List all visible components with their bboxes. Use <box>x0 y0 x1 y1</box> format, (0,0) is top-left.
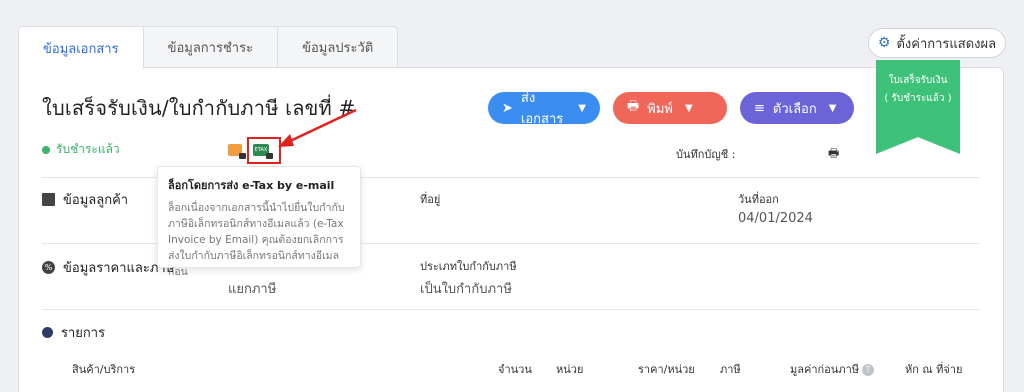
help-icon[interactable]: ? <box>862 364 874 376</box>
invoice-type-value: เป็นใบกำกับภาษี <box>420 282 512 297</box>
lock-icon[interactable] <box>228 144 246 159</box>
price-section-header: % ข้อมูลราคาและภาษี <box>42 257 174 278</box>
items-section-header: รายการ <box>42 322 105 343</box>
customer-section-title: ข้อมูลลูกค้า <box>63 193 129 208</box>
percent-icon: % <box>42 261 55 274</box>
chevron-down-icon: ▼ <box>685 102 693 114</box>
status-dot-icon <box>42 145 50 154</box>
print-button[interactable]: 🖶 พิมพ์ ▼ <box>613 92 727 124</box>
customer-section-header: ข้อมูลลูกค้า <box>42 189 128 210</box>
accounting-label: บันทึกบัญชี : <box>676 148 736 161</box>
status-badge: รับชำระแล้ว <box>42 140 120 159</box>
etax-lock-icon[interactable]: ETAX <box>253 144 273 159</box>
column-header: ภาษี <box>720 363 741 376</box>
tab-document-info[interactable]: ข้อมูลเอกสาร <box>18 26 144 69</box>
send-icon: ➤ <box>502 100 513 116</box>
options-button[interactable]: ≡ ตัวเลือก ▼ <box>740 92 854 124</box>
annotation-arrow-icon <box>278 108 357 147</box>
tooltip-title: ล็อกโดยการส่ง e-Tax by e-mail <box>168 179 335 192</box>
tax-mode-value: แยกภาษี <box>228 282 277 297</box>
printer-icon: 🖶 <box>627 99 640 114</box>
gear-icon: ⚙ <box>877 35 891 51</box>
tab-history-info[interactable]: ข้อมูลประวัติ <box>277 26 399 68</box>
ribbon-subtitle: ( รับชำระแล้ว ) <box>884 93 952 104</box>
lock-tooltip: ล็อกโดยการส่ง e-Tax by e-mail ล็อกเนื่อง… <box>157 166 361 278</box>
column-header-pretax: มูลค่าก่อนภาษี? <box>790 360 874 378</box>
tab-payment-info[interactable]: ข้อมูลการชำระ <box>142 26 279 68</box>
column-header: จำนวน <box>498 363 532 376</box>
chevron-down-icon: ▼ <box>578 102 586 114</box>
items-section-title: รายการ <box>61 326 106 341</box>
tooltip-body: ล็อกเนื่องจากเอกสารนี้นำไปยื่นใบกำกับภาษ… <box>168 202 345 278</box>
invoice-type-label: ประเภทใบกำกับภาษี <box>420 260 517 273</box>
ribbon-title: ใบเสร็จรับเงิน <box>888 75 948 86</box>
send-label: ส่งเอกสาร <box>520 91 564 127</box>
address-label: ที่อยู่ <box>420 193 441 206</box>
status-label: รับชำระแล้ว <box>56 142 120 156</box>
bullet-icon <box>42 327 53 338</box>
print-label: พิมพ์ <box>647 101 673 117</box>
column-header: สินค้า/บริการ <box>72 363 136 376</box>
send-document-button[interactable]: ➤ ส่งเอกสาร ▼ <box>488 91 600 127</box>
display-settings-button[interactable]: ⚙ ตั้งค่าการแสดงผล <box>868 28 1006 58</box>
display-settings-label: ตั้งค่าการแสดงผล <box>896 36 997 52</box>
column-header: ราคา/หน่วย <box>638 363 695 376</box>
chevron-down-icon: ▼ <box>828 102 837 114</box>
printer-icon[interactable]: 🖶 <box>828 144 839 165</box>
column-header: มูลค่าก่อนภาษี <box>790 363 859 376</box>
tab-bar: ข้อมูลเอกสาร ข้อมูลการชำระ ข้อมูลประวัติ <box>18 26 399 69</box>
issue-date-label: วันที่ออก <box>738 193 779 206</box>
building-icon <box>42 193 55 206</box>
column-header: หน่วย <box>556 363 584 376</box>
divider <box>42 309 980 310</box>
column-header: หัก ณ ที่จ่าย <box>905 363 963 376</box>
menu-icon: ≡ <box>754 100 765 116</box>
issue-date-value: 04/01/2024 <box>738 211 813 226</box>
options-label: ตัวเลือก <box>772 101 817 117</box>
